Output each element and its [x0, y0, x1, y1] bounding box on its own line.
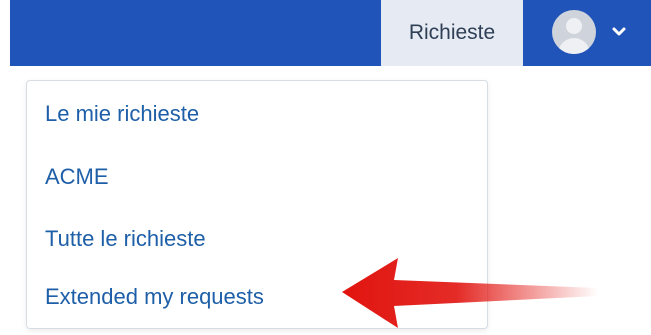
- menu-item-tutte-le-richieste[interactable]: Tutte le richieste: [45, 226, 206, 252]
- top-navigation-bar: Richieste: [10, 0, 651, 66]
- menu-item-extended-my-requests[interactable]: Extended my requests: [45, 284, 264, 310]
- nav-tab-richieste[interactable]: Richieste: [381, 0, 523, 66]
- red-pointer-arrow-icon: [342, 258, 598, 328]
- chevron-down-icon[interactable]: [610, 23, 628, 41]
- menu-item-le-mie-richieste[interactable]: Le mie richieste: [45, 101, 199, 127]
- nav-tab-label: Richieste: [408, 21, 496, 44]
- menu-item-acme[interactable]: ACME: [45, 164, 109, 190]
- user-avatar-icon[interactable]: [552, 10, 596, 54]
